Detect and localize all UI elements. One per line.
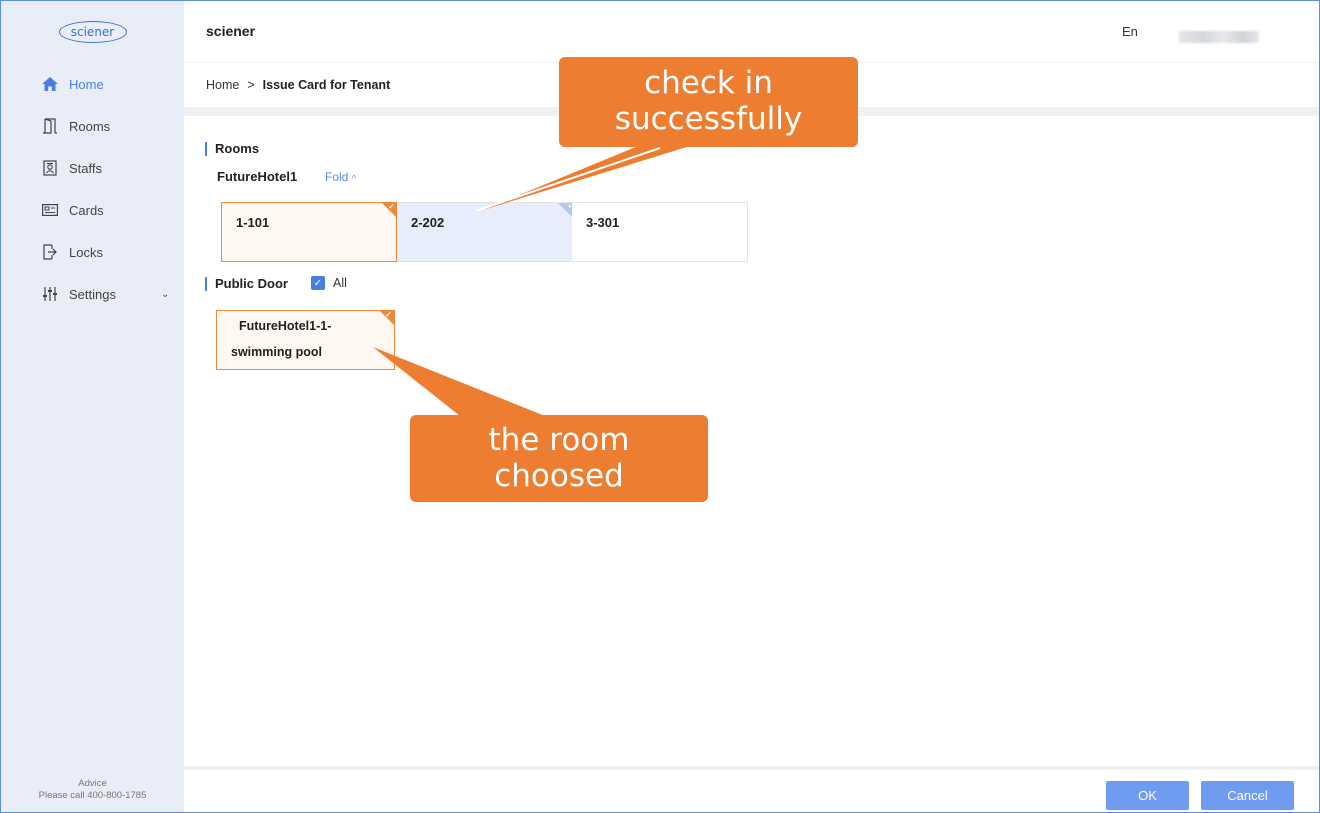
sidebar-item-rooms[interactable]: Rooms — [1, 105, 184, 147]
check-icon: ✓ — [385, 310, 392, 319]
app-logo[interactable]: sciener — [58, 21, 127, 43]
breadcrumb-current: Issue Card for Tenant — [262, 78, 391, 92]
breadcrumb-separator: > — [247, 78, 255, 92]
sidebar-item-staffs[interactable]: Staffs — [1, 147, 184, 189]
cancel-button[interactable]: Cancel — [1201, 781, 1294, 810]
fold-label: Fold — [325, 170, 349, 184]
language-switch[interactable]: En — [1122, 24, 1138, 39]
callout-room-chosen: the room choosed — [410, 415, 708, 502]
public-door-section-title: Public Door — [205, 277, 288, 291]
callout-text-line2: successfully — [614, 101, 803, 137]
footer-bar: OK Cancel — [184, 766, 1319, 812]
door-icon — [41, 117, 59, 135]
room-label: 2-202 — [411, 215, 445, 230]
sidebar: sciener Home Rooms Staffs Cards Locks Se… — [1, 1, 184, 812]
fold-toggle[interactable]: Fold ^ — [325, 170, 356, 184]
main-content: Rooms FutureHotel1 Fold ^ 1-101 ✓ 2-202 … — [184, 116, 1319, 766]
card-icon — [41, 201, 59, 219]
door-label-line2: swimming pool — [231, 345, 322, 359]
sidebar-item-label: Staffs — [69, 160, 103, 176]
top-header: sciener En — [184, 1, 1319, 63]
chevron-down-icon[interactable]: ⌄ — [161, 289, 169, 300]
sidebar-item-cards[interactable]: Cards — [1, 189, 184, 231]
staff-icon — [41, 159, 59, 177]
callout-text-line2: choosed — [494, 458, 624, 494]
callout-text-line1: check in — [644, 65, 773, 101]
sidebar-item-settings[interactable]: Settings ⌄ — [1, 273, 184, 315]
room-card-checked-in[interactable]: 2-202 • — [397, 202, 572, 261]
rooms-section-title: Rooms — [205, 142, 259, 156]
room-label: 1-101 — [236, 215, 270, 230]
chevron-up-icon: ^ — [351, 173, 356, 183]
advice-phone: Please call 400-800-1785 — [38, 790, 147, 801]
hotel-name: FutureHotel1 — [217, 169, 298, 184]
sidebar-item-home[interactable]: Home — [1, 63, 184, 105]
logo-area: sciener — [1, 1, 184, 63]
select-all-checkbox[interactable]: ✓ — [311, 276, 325, 290]
check-icon: ✓ — [388, 202, 395, 211]
select-all-label[interactable]: All — [333, 276, 347, 290]
callout-text-line1: the room — [488, 422, 630, 458]
sidebar-item-label: Cards — [69, 202, 104, 218]
room-grid: 1-101 ✓ 2-202 • 3-301 — [221, 202, 748, 262]
room-card[interactable]: 3-301 — [572, 203, 747, 261]
settings-sliders-icon — [41, 285, 59, 303]
advice-footer: Advice Please call 400-800-1785 — [1, 778, 184, 802]
advice-title: Advice — [78, 778, 107, 789]
sidebar-item-label: Locks — [69, 244, 103, 260]
callout-check-in-successfully: check in successfully — [559, 57, 858, 147]
public-door-card-selected[interactable]: FutureHotel1-1- swimming pool ✓ — [216, 310, 395, 370]
sidebar-item-label: Home — [69, 76, 104, 92]
sidebar-item-label: Rooms — [69, 118, 111, 134]
breadcrumb-home[interactable]: Home — [206, 78, 239, 92]
lock-icon — [41, 243, 59, 261]
app-title: sciener — [206, 23, 256, 39]
ok-button[interactable]: OK — [1106, 781, 1189, 810]
person-icon: • — [568, 202, 571, 211]
sidebar-item-locks[interactable]: Locks — [1, 231, 184, 273]
home-icon — [41, 75, 59, 93]
sidebar-item-label: Settings — [69, 286, 116, 302]
room-label: 3-301 — [586, 215, 620, 230]
user-account-blurred[interactable] — [1179, 31, 1259, 43]
room-card-selected[interactable]: 1-101 ✓ — [221, 202, 397, 262]
door-label-line1: FutureHotel1-1- — [239, 319, 332, 333]
